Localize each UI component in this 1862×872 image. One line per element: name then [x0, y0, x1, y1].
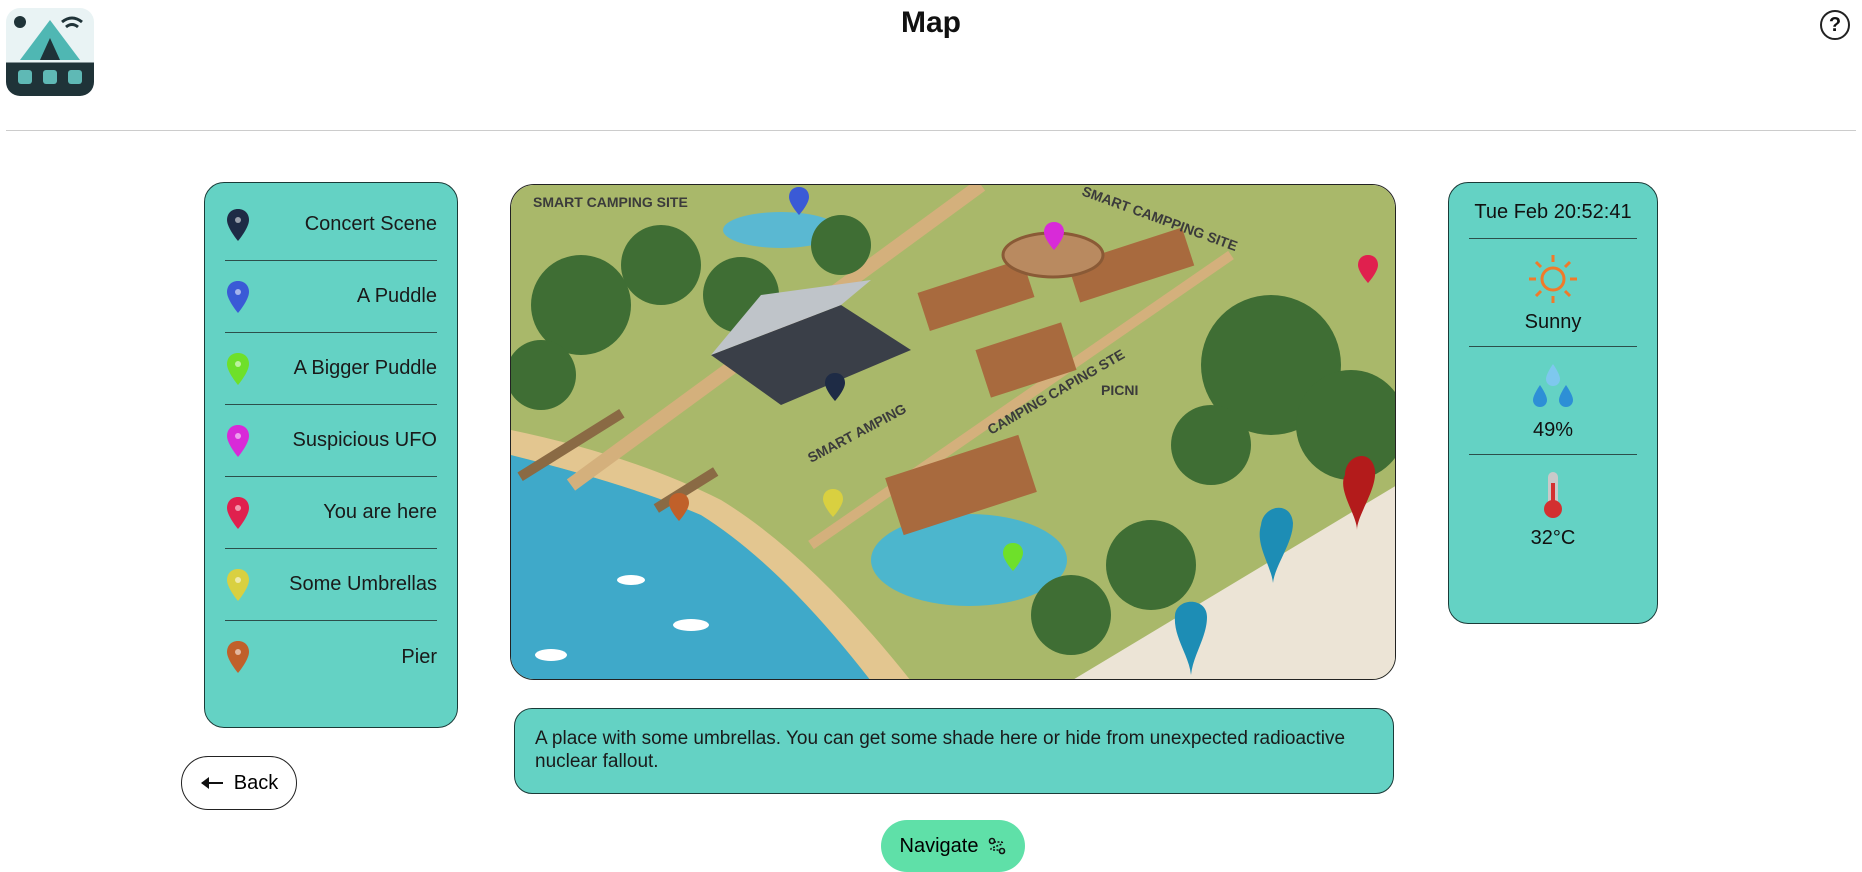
weather-panel: Tue Feb 20:52:41 Sunny 49% 32°C	[1448, 182, 1658, 624]
datetime-display: Tue Feb 20:52:41	[1469, 201, 1637, 239]
map-illustration: SMART CAMPING SITE SMART CAMPPING SITE S…	[511, 185, 1395, 679]
legend-item-some-umbrellas[interactable]: Some Umbrellas	[225, 549, 437, 621]
map-label: SMART CAMPING SITE	[533, 194, 688, 210]
legend-item-a-bigger-puddle[interactable]: A Bigger Puddle	[225, 333, 437, 405]
location-pin-icon	[227, 641, 249, 673]
header-divider	[6, 130, 1856, 131]
location-pin-icon	[227, 568, 249, 601]
map-label: PICNI	[1101, 382, 1138, 398]
location-pin-icon	[227, 352, 249, 385]
pin-shape	[227, 352, 249, 385]
help-button[interactable]: ?	[1820, 10, 1850, 40]
page-title: Map	[901, 6, 961, 39]
location-description: A place with some umbrellas. You can get…	[514, 708, 1394, 794]
weather-humidity: 49%	[1469, 347, 1637, 455]
legend-label: A Bigger Puddle	[293, 357, 437, 379]
legend-label: You are here	[323, 501, 437, 523]
campsite-map[interactable]: SMART CAMPING SITE SMART CAMPPING SITE S…	[510, 184, 1396, 680]
legend-label: Concert Scene	[304, 213, 437, 235]
legend-item-concert-scene[interactable]: Concert Scene	[225, 189, 437, 261]
help-icon: ?	[1828, 13, 1842, 36]
pin-shape	[227, 424, 249, 457]
legend-item-a-puddle[interactable]: A Puddle	[225, 261, 437, 333]
pin-shape	[227, 496, 249, 529]
navigate-button[interactable]: Navigate	[881, 820, 1025, 872]
arrow-left-icon	[200, 777, 223, 789]
legend-item-pier[interactable]: Pier	[225, 621, 437, 693]
weather-condition-label: Sunny	[1524, 311, 1582, 333]
legend-panel: Concert Scene A Puddle A Bigger Puddle S…	[204, 182, 458, 728]
legend-label: A Puddle	[356, 285, 437, 307]
humidity-value: 49%	[1532, 419, 1574, 441]
legend-label: Pier	[401, 645, 437, 668]
legend-item-suspicious-ufo[interactable]: Suspicious UFO	[225, 405, 437, 477]
back-button[interactable]: Back	[181, 756, 297, 810]
temperature-value: 32°C	[1530, 527, 1576, 549]
pin-shape	[227, 208, 249, 241]
legend-label: Some Umbrellas	[289, 573, 437, 595]
thermometer-icon	[1544, 472, 1562, 518]
location-pin-icon	[227, 424, 249, 457]
location-pin-icon	[227, 496, 249, 529]
weather-temperature: 32°C	[1469, 455, 1637, 562]
pin-shape	[227, 568, 249, 601]
legend-item-you-are-here[interactable]: You are here	[225, 477, 437, 549]
pin-shape	[227, 641, 249, 673]
route-icon	[989, 837, 1006, 855]
location-pin-icon	[227, 280, 249, 313]
pin-shape	[227, 280, 249, 313]
navigate-button-label: Navigate	[899, 834, 979, 857]
weather-condition: Sunny	[1469, 239, 1637, 347]
legend-label: Suspicious UFO	[292, 429, 438, 451]
back-button-label: Back	[233, 771, 279, 794]
sun-icon	[1529, 255, 1577, 303]
water-drops-icon	[1533, 364, 1573, 407]
location-pin-icon	[227, 208, 249, 241]
